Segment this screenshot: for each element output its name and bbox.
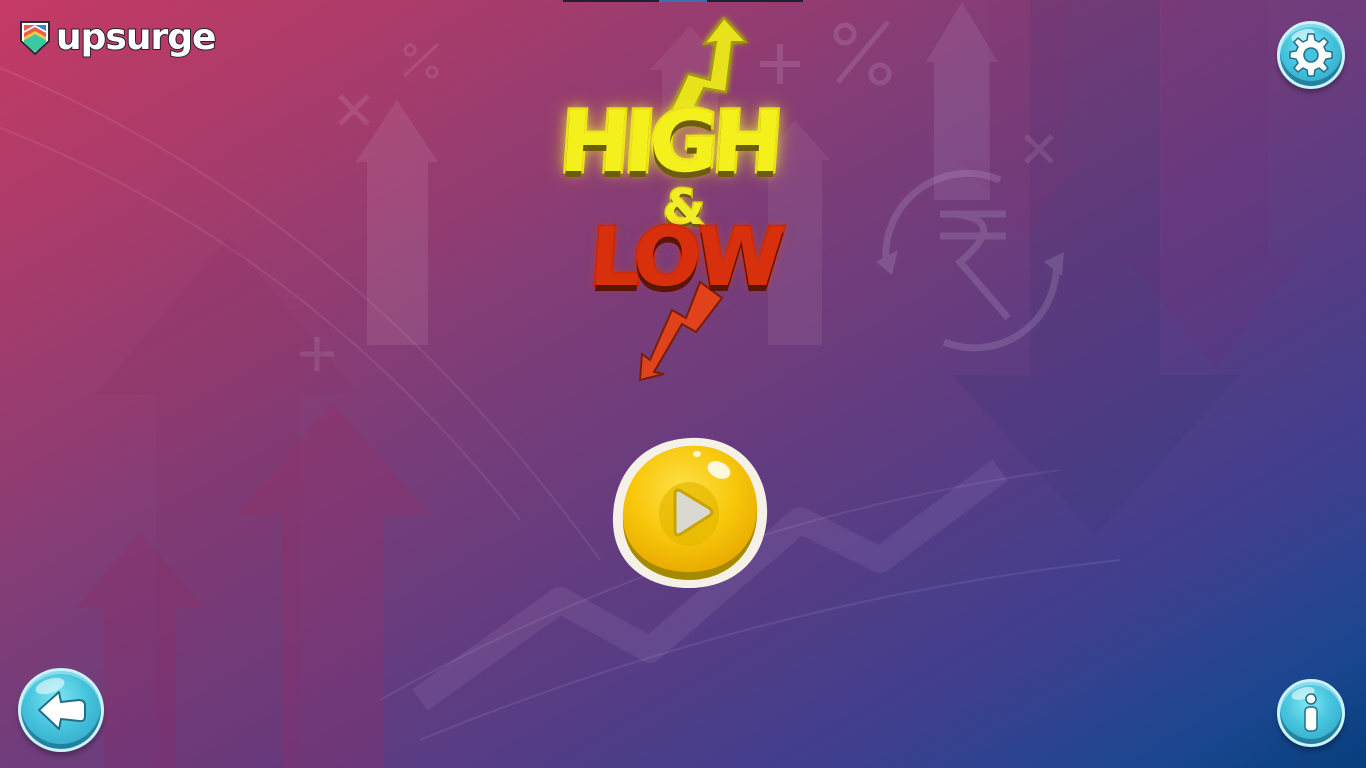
game-screen: upsurge HIGH & LOW bbox=[0, 0, 1366, 768]
gear-icon bbox=[1289, 33, 1333, 77]
top-edge-bar bbox=[563, 0, 803, 2]
play-button[interactable] bbox=[611, 436, 769, 590]
multiply-icon bbox=[338, 94, 370, 126]
chevron-shield-icon bbox=[20, 21, 50, 56]
game-title-high: HIGH bbox=[554, 91, 783, 194]
game-title-low: LOW bbox=[585, 209, 785, 306]
back-button[interactable] bbox=[18, 668, 104, 752]
settings-button[interactable] bbox=[1277, 21, 1345, 89]
info-icon bbox=[1304, 693, 1318, 732]
logo-wordmark: upsurge bbox=[55, 17, 217, 58]
up-arrow-icon bbox=[356, 100, 438, 345]
percent-icon bbox=[402, 42, 440, 79]
info-button[interactable] bbox=[1277, 679, 1345, 747]
back-arrow-icon bbox=[38, 691, 86, 730]
percent-icon bbox=[833, 20, 892, 86]
upsurge-logo: upsurge bbox=[18, 17, 217, 59]
